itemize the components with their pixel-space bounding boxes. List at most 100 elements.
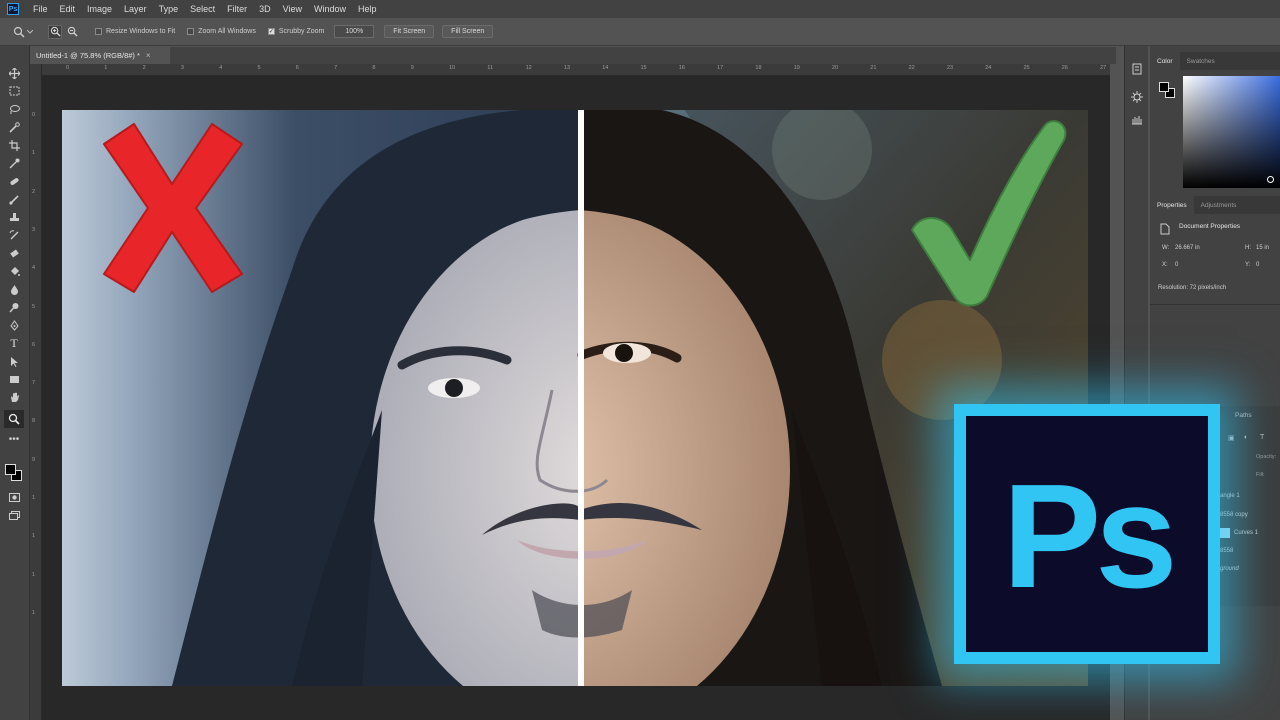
eraser-tool-icon[interactable] xyxy=(7,246,21,260)
y-value[interactable]: 0 xyxy=(1256,262,1259,268)
ruler-tick-label: 6 xyxy=(295,65,299,71)
paint-bucket-icon[interactable] xyxy=(7,264,21,278)
clone-stamp-icon[interactable] xyxy=(7,210,21,224)
healing-brush-icon[interactable] xyxy=(7,174,21,188)
tab-color[interactable]: Color xyxy=(1150,52,1180,70)
tab-properties[interactable]: Properties xyxy=(1150,196,1194,214)
ruler-tick-label: 11 xyxy=(487,65,494,71)
checkbox-box[interactable] xyxy=(187,28,195,35)
dodge-tool-icon[interactable] xyxy=(7,300,21,314)
tab-paths[interactable]: Paths xyxy=(1235,412,1252,419)
menu-select[interactable]: Select xyxy=(184,4,221,14)
pen-tool-icon[interactable] xyxy=(7,318,21,332)
layer-icon-adjust[interactable]: ◐ xyxy=(1244,434,1248,441)
hand-tool-icon[interactable] xyxy=(7,390,21,404)
quick-select-tool-icon[interactable] xyxy=(7,120,21,134)
menu-edit[interactable]: Edit xyxy=(54,4,82,14)
crop-tool-icon[interactable] xyxy=(7,138,21,152)
horizontal-ruler[interactable]: 0 1 2 3 4 5 6 7 8 9 10 11 12 13 14 15 16 17 18 19 20 21 22 23 24… xyxy=(42,64,1110,76)
rectangle-tool-icon[interactable] xyxy=(7,372,21,386)
history-brush-icon[interactable] xyxy=(7,228,21,242)
foreground-color-swatch[interactable] xyxy=(5,464,16,475)
ruler-tick-label: 4 xyxy=(32,265,36,272)
brush-tool-icon[interactable] xyxy=(7,192,21,206)
photoshop-logo-text: Ps xyxy=(1002,454,1177,619)
zoom-tool-icon[interactable] xyxy=(12,25,26,39)
layer-icon-image[interactable]: ▣ xyxy=(1228,434,1235,442)
menu-view[interactable]: View xyxy=(277,4,308,14)
fill-screen-button[interactable]: Fill Screen xyxy=(442,25,494,38)
color-picker-field[interactable] xyxy=(1183,76,1280,188)
checkbox-checked[interactable]: ✓ xyxy=(267,28,275,35)
vertical-ruler[interactable]: 0 1 2 3 4 5 6 7 8 9 1 1 1 1 xyxy=(30,64,42,720)
blur-tool-icon[interactable] xyxy=(7,282,21,296)
resize-windows-label: Resize Windows to Fit xyxy=(106,28,176,35)
color-panel-tabs: Color Swatches xyxy=(1150,52,1280,70)
ruler-tick-label: 4 xyxy=(219,65,223,71)
layer-item[interactable]: ground xyxy=(1220,566,1239,572)
chevron-down-icon[interactable] xyxy=(26,25,34,39)
type-tool-icon[interactable]: T xyxy=(7,336,21,350)
zoom-100-button[interactable]: 100% xyxy=(334,25,375,38)
quick-mask-icon[interactable] xyxy=(7,490,21,504)
menu-type[interactable]: Type xyxy=(153,4,185,14)
menu-window[interactable]: Window xyxy=(308,4,352,14)
layers-panel: Paths ▣ ◐ T Opacity: Fill: angle 1 8558 … xyxy=(1220,406,1280,606)
ruler-tick-label: 9 xyxy=(410,65,414,71)
lasso-tool-icon[interactable] xyxy=(7,102,21,116)
ruler-tick-label: 16 xyxy=(678,65,685,71)
zoom-in-icon[interactable] xyxy=(48,24,62,39)
document-tab[interactable]: Untitled-1 @ 75.8% (RGB/8#) * × xyxy=(30,47,170,64)
zoom-tool-active-icon[interactable] xyxy=(4,410,24,428)
ruler-tick-label: 22 xyxy=(908,65,915,71)
more-tools-icon[interactable]: ••• xyxy=(7,432,21,446)
resize-windows-checkbox[interactable]: Resize Windows to Fit xyxy=(95,28,175,35)
marquee-tool-icon[interactable] xyxy=(7,84,21,98)
zoom-out-icon[interactable] xyxy=(65,25,79,39)
x-value[interactable]: 0 xyxy=(1175,262,1178,268)
width-value[interactable]: 26.667 in xyxy=(1175,245,1200,251)
fill-label: Fill: xyxy=(1256,472,1265,478)
ruler-tick-label: 1 xyxy=(32,495,36,501)
fit-screen-button[interactable]: Fit Screen xyxy=(384,25,435,38)
menu-image[interactable]: Image xyxy=(81,4,118,14)
ruler-tick-label: 7 xyxy=(32,380,36,387)
screen-mode-icon[interactable] xyxy=(7,508,21,522)
ruler-tick-label: 0 xyxy=(32,112,36,118)
layer-item[interactable]: 8558 copy xyxy=(1220,512,1248,518)
menu-layer[interactable]: Layer xyxy=(118,4,153,14)
ruler-tick-label: 6 xyxy=(32,341,36,348)
layer-icon-type[interactable]: T xyxy=(1260,434,1264,441)
brush-settings-icon[interactable] xyxy=(1131,90,1143,103)
layer-item[interactable]: angle 1 xyxy=(1220,493,1240,499)
ruler-tick-label: 26 xyxy=(1061,65,1068,71)
ruler-tick-label: 8 xyxy=(372,65,376,71)
width-label: W: xyxy=(1162,245,1170,251)
close-icon[interactable]: × xyxy=(146,51,151,60)
ruler-tick-label: 1 xyxy=(32,609,36,616)
color-cursor xyxy=(1267,176,1274,183)
layer-item[interactable]: 8558 xyxy=(1220,548,1233,554)
history-icon[interactable] xyxy=(1131,62,1143,75)
menu-filter[interactable]: Filter xyxy=(221,4,253,14)
move-tool-icon[interactable] xyxy=(7,66,21,80)
scrubby-zoom-checkbox[interactable]: ✓ Scrubby Zoom xyxy=(267,28,324,35)
menu-3d[interactable]: 3D xyxy=(253,4,277,14)
brush-presets-icon[interactable] xyxy=(1131,112,1143,125)
tab-adjustments[interactable]: Adjustments xyxy=(1194,196,1244,214)
menu-help[interactable]: Help xyxy=(352,4,383,14)
height-value[interactable]: 15 in xyxy=(1256,245,1269,251)
ruler-tick-label: 2 xyxy=(142,65,146,71)
path-selection-icon[interactable] xyxy=(7,354,21,368)
ruler-tick-label: 14 xyxy=(602,65,609,71)
eyedropper-tool-icon[interactable] xyxy=(7,156,21,170)
tab-swatches[interactable]: Swatches xyxy=(1180,52,1222,70)
zoom-all-checkbox[interactable]: Zoom All Windows xyxy=(187,28,256,35)
layer-item[interactable]: Curves 1 xyxy=(1234,530,1258,536)
ruler-tick-label: 2 xyxy=(32,188,36,195)
fg-color-mini[interactable] xyxy=(1159,82,1169,92)
checkbox-box[interactable] xyxy=(95,28,102,35)
comparison-divider xyxy=(578,110,584,686)
document-canvas-image[interactable] xyxy=(62,110,1088,686)
menu-file[interactable]: File xyxy=(27,4,54,14)
